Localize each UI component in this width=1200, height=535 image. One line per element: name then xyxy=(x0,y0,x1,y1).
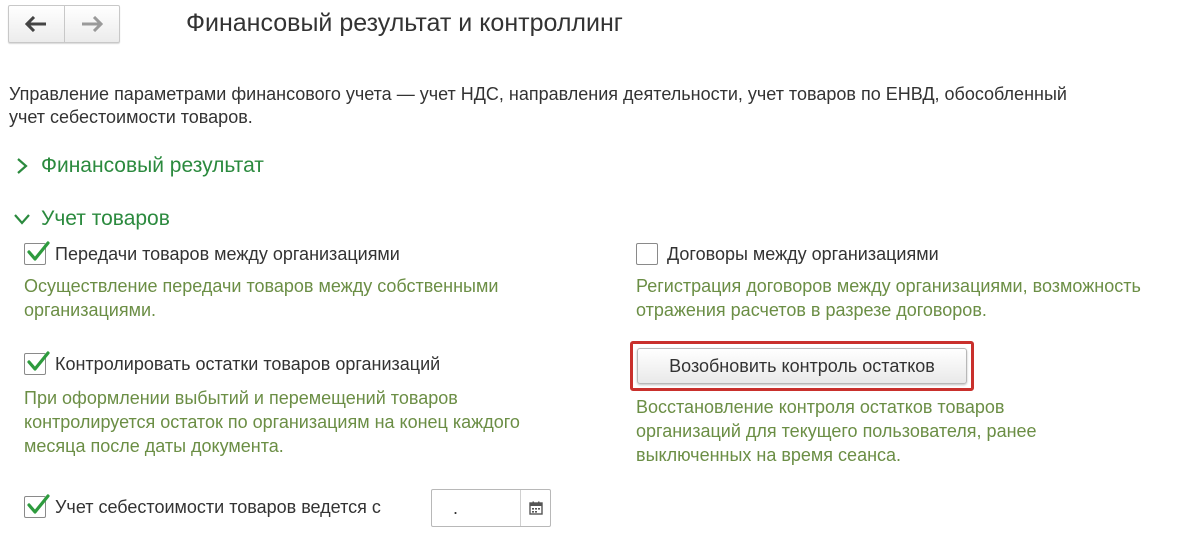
contracts-checkbox[interactable] xyxy=(636,243,658,265)
section-financial-result[interactable]: Финансовый результат xyxy=(12,154,264,178)
control-stock-hint: При оформлении выбытий и перемещений тов… xyxy=(24,388,520,456)
arrow-left-icon xyxy=(25,16,47,32)
transfers-hint: Осуществление передачи товаров между соб… xyxy=(24,276,499,320)
section-goods-accounting-label: Учет товаров xyxy=(41,207,170,230)
control-stock-label: Контролировать остатки товаров организац… xyxy=(55,353,441,374)
resume-control-highlight: Возобновить контроль остатков xyxy=(630,341,974,391)
section-financial-result-label: Финансовый результат xyxy=(41,154,264,177)
section-goods-accounting[interactable]: Учет товаров xyxy=(12,207,170,231)
chevron-right-icon xyxy=(12,156,32,176)
checkmark-icon xyxy=(27,494,50,514)
resume-control-button[interactable]: Возобновить контроль остатков xyxy=(637,348,967,384)
chevron-down-icon xyxy=(12,209,32,229)
forward-button[interactable] xyxy=(63,6,119,42)
resume-control-hint: Восстановление контроля остатков товаров… xyxy=(636,397,1037,465)
cost-accounting-label: Учет себестоимости товаров ведется с xyxy=(55,496,381,517)
page-title: Финансовый результат и контроллинг xyxy=(186,9,623,37)
arrow-right-icon xyxy=(81,16,103,32)
contracts-setting: Договоры между организациями xyxy=(636,243,939,265)
control-stock-checkbox[interactable] xyxy=(24,351,50,375)
calendar-icon xyxy=(528,501,543,515)
cost-accounting-date-field xyxy=(431,489,551,527)
contracts-label: Договоры между организациями xyxy=(667,243,939,264)
transfers-setting: Передачи товаров между организациями xyxy=(24,241,400,265)
page-description: Управление параметрами финансового учета… xyxy=(9,84,1067,127)
calendar-button[interactable] xyxy=(520,490,550,526)
contracts-hint: Регистрация договоров между организациям… xyxy=(636,276,1141,320)
navigation-buttons xyxy=(8,5,120,43)
back-button[interactable] xyxy=(9,6,64,42)
checkmark-icon xyxy=(27,241,50,261)
cost-accounting-setting: Учет себестоимости товаров ведется с xyxy=(24,494,381,518)
transfers-label: Передачи товаров между организациями xyxy=(55,243,400,264)
cost-accounting-checkbox[interactable] xyxy=(24,494,50,518)
control-stock-setting: Контролировать остатки товаров организац… xyxy=(24,351,441,375)
cost-accounting-date-input[interactable] xyxy=(432,490,520,526)
transfers-checkbox[interactable] xyxy=(24,241,50,265)
checkmark-icon xyxy=(27,351,50,371)
